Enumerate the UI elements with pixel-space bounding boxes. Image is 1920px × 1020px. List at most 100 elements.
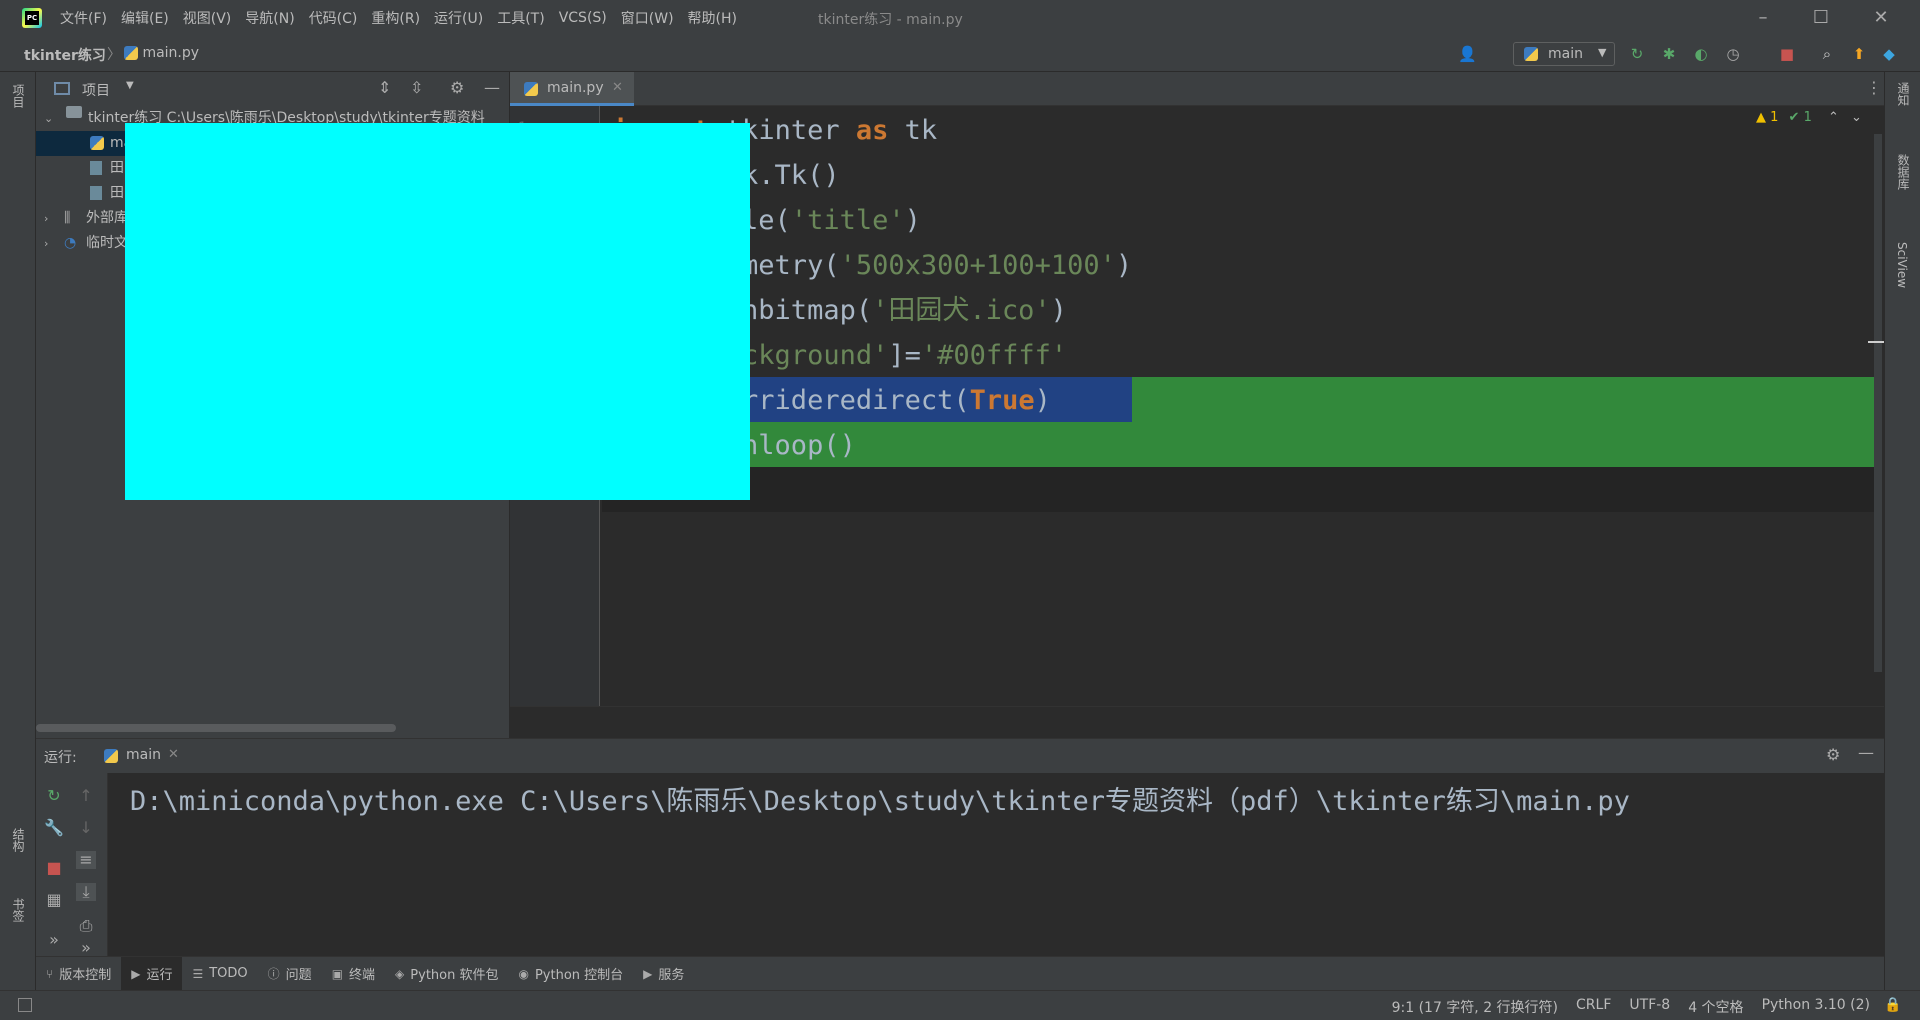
rerun-icon[interactable]: ↻ (1628, 45, 1646, 63)
chevron-right-icon[interactable]: › (44, 206, 48, 231)
menu-window[interactable]: 窗口(W) (621, 8, 674, 28)
soft-wrap-icon[interactable]: ≡ (76, 851, 96, 869)
tool-terminal[interactable]: ▣ 终端 (322, 957, 385, 991)
search-icon[interactable]: ⌕ (1818, 45, 1836, 63)
library-icon: ⫼ (64, 210, 71, 226)
tool-run[interactable]: ▶ 运行 (121, 956, 183, 991)
tool-services[interactable]: ▶ 服务 (633, 957, 694, 991)
horizontal-scrollbar[interactable] (36, 724, 396, 732)
structure-tool-tab[interactable]: 结构 (10, 828, 27, 852)
toggle-tool-windows-icon[interactable] (18, 998, 32, 1012)
database-tool-tab[interactable]: 数据库 (1895, 154, 1912, 190)
tool-problems[interactable]: ⓘ 问题 (258, 957, 322, 991)
menu-vcs[interactable]: VCS(S) (559, 10, 607, 26)
more-options-icon[interactable]: ⋮ (1866, 78, 1882, 97)
close-window-button[interactable]: ✕ (1852, 0, 1910, 36)
maximize-button[interactable]: ☐ (1792, 0, 1850, 36)
profile-icon[interactable]: ◷ (1724, 45, 1742, 63)
code-token: ) (1050, 295, 1067, 326)
tool-python-packages[interactable]: ◈ Python 软件包 (385, 957, 508, 991)
run-configuration-selector[interactable]: main ▼ (1513, 42, 1615, 66)
print-icon[interactable]: ⎙ (76, 917, 96, 935)
python-console-icon: ◉ (518, 966, 529, 981)
more-icon[interactable]: » (76, 939, 96, 957)
python-icon (1524, 47, 1538, 61)
menu-tools[interactable]: 工具(T) (497, 8, 544, 28)
project-panel-title[interactable]: 项目 (82, 80, 110, 100)
rerun-icon[interactable]: ↻ (44, 787, 64, 805)
chevron-down-icon[interactable]: ▼ (126, 80, 134, 91)
run-tab-label: main (126, 747, 161, 763)
debug-icon[interactable]: ✱ (1660, 45, 1678, 63)
breadcrumb-project[interactable]: tkinter练习 (24, 45, 106, 65)
notifications-tool-tab[interactable]: 通知 (1895, 82, 1912, 106)
menu-navigate[interactable]: 导航(N) (245, 8, 294, 28)
menu-bar: 文件(F) 编辑(E) 视图(V) 导航(N) 代码(C) 重构(R) 运行(U… (60, 0, 751, 36)
tab-main-py[interactable]: main.py ✕ (510, 72, 634, 106)
hide-panel-icon[interactable]: — (484, 78, 500, 97)
plugin-logo-icon[interactable]: ◆ (1880, 45, 1898, 63)
menu-run[interactable]: 运行(U) (434, 8, 483, 28)
more-icon[interactable]: » (44, 931, 64, 949)
project-tool-tab[interactable]: 项目 (10, 84, 27, 108)
tool-version-control[interactable]: ⑂ 版本控制 (36, 957, 121, 991)
chevron-up-icon[interactable]: ⌃ (1828, 110, 1839, 125)
arrow-up-icon[interactable]: ↑ (76, 787, 96, 805)
arrow-down-icon[interactable]: ↓ (76, 819, 96, 837)
gear-icon[interactable]: ⚙ (450, 78, 464, 97)
chevron-right-icon[interactable]: › (44, 231, 48, 256)
collapse-all-icon[interactable]: ⇳ (410, 78, 423, 97)
stop-icon[interactable]: ■ (44, 859, 64, 877)
code-token: as (855, 115, 889, 146)
run-side-toolbar: ↻ ↑ 🔧 ↓ ■ ≡ ⤓ ▦ ⎙ » » (36, 773, 108, 957)
menu-help[interactable]: 帮助(H) (688, 8, 737, 28)
code-token: '#00ffff' (920, 340, 1068, 371)
chevron-down-icon[interactable]: ⌄ (1851, 110, 1862, 125)
python-interpreter[interactable]: Python 3.10 (2) (1762, 997, 1870, 1017)
layers-icon: ◈ (395, 966, 405, 981)
folder-icon (66, 106, 82, 118)
chevron-down-icon[interactable]: ⌄ (44, 106, 53, 131)
close-icon[interactable]: ✕ (612, 80, 623, 95)
wrench-icon[interactable]: 🔧 (44, 819, 64, 837)
menu-file[interactable]: 文件(F) (60, 8, 107, 28)
caret-position[interactable]: 9:1 (17 字符, 2 行换行符) (1392, 997, 1558, 1017)
inspection-widget[interactable]: ▲ 1 ✔ 1 ⌃ ⌄ (1756, 110, 1862, 125)
layout-icon[interactable]: ▦ (44, 891, 64, 909)
console-output[interactable]: D:\miniconda\python.exe C:\Users\陈雨乐\Des… (130, 779, 1630, 818)
bookmarks-tool-tab[interactable]: 书签 (10, 898, 27, 922)
pycharm-logo-icon[interactable] (22, 8, 42, 28)
stop-icon[interactable]: ■ (1778, 45, 1796, 63)
hide-panel-icon[interactable]: — (1858, 743, 1874, 762)
scroll-to-end-icon[interactable]: ⤓ (76, 883, 96, 901)
menu-view[interactable]: 视图(V) (183, 8, 232, 28)
branch-icon: ⑂ (46, 966, 54, 981)
gear-icon[interactable]: ⚙ (1826, 745, 1840, 764)
menu-edit[interactable]: 编辑(E) (121, 8, 169, 28)
minimize-button[interactable]: – (1734, 0, 1792, 36)
breadcrumb-file[interactable]: main.py (124, 45, 199, 61)
menu-refactor[interactable]: 重构(R) (371, 8, 420, 28)
file-encoding[interactable]: UTF-8 (1629, 997, 1670, 1017)
tool-python-console[interactable]: ◉ Python 控制台 (508, 957, 633, 991)
close-icon[interactable]: ✕ (168, 747, 179, 762)
tool-todo[interactable]: ☰ TODO (182, 957, 257, 991)
tkinter-app-window[interactable] (125, 123, 750, 500)
sciview-tool-tab[interactable]: SciView (1895, 242, 1909, 288)
account-icon[interactable]: 👤 (1458, 45, 1477, 63)
tool-label: 问题 (285, 968, 312, 983)
run-tab-main[interactable]: main ✕ (96, 739, 186, 773)
terminal-icon: ▣ (331, 966, 344, 981)
line-separator[interactable]: CRLF (1576, 997, 1611, 1017)
lock-icon[interactable]: 🔒 (1884, 997, 1901, 1013)
update-icon[interactable]: ⬆ (1850, 45, 1868, 63)
coverage-icon[interactable]: ◐ (1692, 45, 1710, 63)
code-token: 'title' (790, 205, 905, 236)
info-icon: ⓘ (267, 967, 280, 981)
warning-count: ▲ 1 (1756, 110, 1779, 125)
tool-label: Python 控制台 (534, 968, 624, 983)
menu-code[interactable]: 代码(C) (309, 8, 358, 28)
vertical-scrollbar[interactable] (1874, 134, 1882, 672)
indent-setting[interactable]: 4 个空格 (1688, 997, 1743, 1017)
expand-all-icon[interactable]: ⇕ (378, 78, 391, 97)
